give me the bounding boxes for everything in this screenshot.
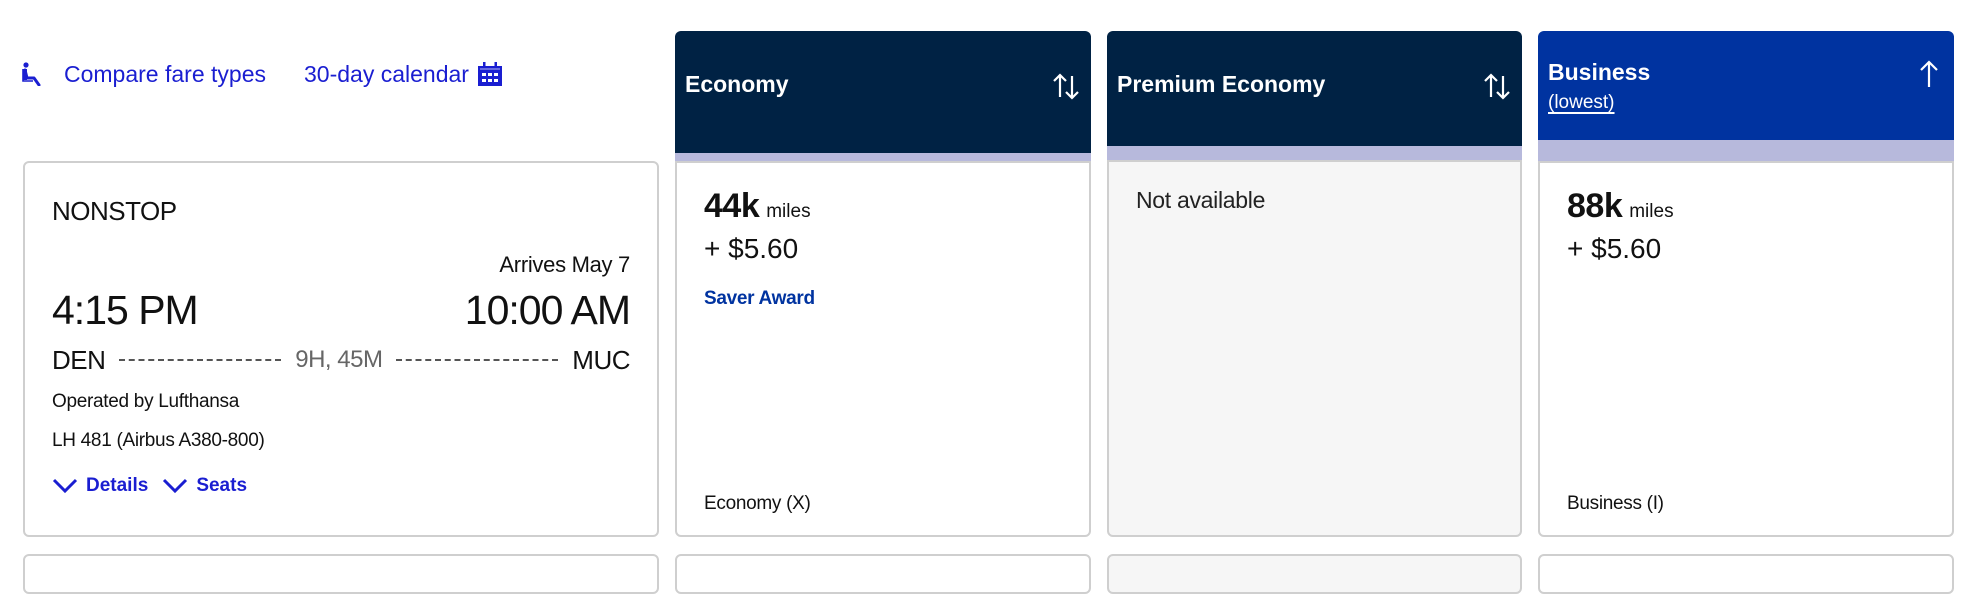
lowest-sort-label[interactable]: (lowest)	[1548, 92, 1615, 114]
details-button[interactable]: Details	[52, 475, 148, 497]
header-strip	[675, 153, 1091, 161]
arrival-date: Arrives May 7	[499, 252, 630, 277]
calendar-icon	[477, 62, 502, 86]
miles-unit: miles	[1629, 201, 1674, 222]
next-flight-card	[23, 554, 659, 594]
fare-class: Economy (X)	[704, 493, 811, 514]
stops-label: NONSTOP	[52, 196, 177, 226]
column-header-economy[interactable]: Economy	[675, 31, 1091, 161]
origin-code: DEN	[52, 344, 106, 375]
flight-number: LH 481 (Airbus A380-800)	[52, 430, 265, 451]
departure-time: 4:15 PM	[52, 287, 199, 333]
route: DEN 9H, 45M MUC	[52, 343, 631, 377]
header-strip	[1107, 146, 1522, 160]
sort-up-icon[interactable]	[1914, 59, 1944, 89]
next-fare-card-business[interactable]	[1538, 554, 1954, 594]
compare-fare-types-label: Compare fare types	[64, 60, 266, 87]
flight-links: Details Seats	[52, 475, 261, 497]
column-title: Premium Economy	[1117, 71, 1326, 97]
flight-card: NONSTOP Arrives May 7 4:15 PM 10:00 AM D…	[23, 161, 659, 537]
calendar-link[interactable]: 30-day calendar	[304, 58, 503, 90]
seats-button[interactable]: Seats	[162, 475, 247, 497]
route-line	[396, 359, 559, 361]
seat-icon	[22, 62, 41, 86]
arrival-time: 10:00 AM	[464, 287, 631, 333]
next-fare-card-premium-economy	[1107, 554, 1522, 594]
calendar-label: 30-day calendar	[304, 60, 469, 87]
miles-unit: miles	[766, 201, 811, 222]
saver-award-label[interactable]: Saver Award	[704, 288, 815, 310]
seats-label: Seats	[196, 475, 248, 496]
column-header-business[interactable]: Business (lowest)	[1538, 31, 1954, 161]
route-line	[119, 359, 282, 361]
header-strip	[1538, 140, 1954, 161]
chevron-down-icon	[52, 478, 78, 494]
not-available-label: Not available	[1136, 187, 1266, 213]
miles-amount: 44k	[704, 187, 760, 225]
fare-class: Business (I)	[1567, 493, 1664, 514]
destination-code: MUC	[572, 344, 631, 375]
taxes-fee: + $5.60	[704, 233, 799, 264]
fare-card-economy[interactable]: 44k miles + $5.60 Saver Award Economy (X…	[675, 161, 1091, 537]
column-title: Business	[1548, 59, 1651, 85]
miles-price: 88k miles	[1567, 187, 1674, 226]
details-label: Details	[86, 475, 149, 496]
taxes-fee: + $5.60	[1567, 233, 1662, 264]
chevron-down-icon	[163, 478, 188, 494]
next-fare-card-economy[interactable]	[675, 554, 1091, 594]
compare-fare-types-link[interactable]: Compare fare types	[22, 58, 266, 90]
duration: 9H, 45M	[295, 346, 383, 373]
fare-card-business[interactable]: 88k miles + $5.60 Business (I)	[1538, 161, 1954, 537]
column-header-premium-economy[interactable]: Premium Economy	[1107, 31, 1522, 160]
miles-price: 44k miles	[704, 187, 811, 226]
sort-both-icon[interactable]	[1051, 71, 1081, 101]
operated-by: Operated by Lufthansa	[52, 391, 240, 412]
miles-amount: 88k	[1567, 187, 1623, 225]
fare-card-premium-economy: Not available	[1107, 160, 1522, 537]
column-title: Economy	[685, 71, 789, 97]
sort-both-icon[interactable]	[1482, 71, 1512, 101]
